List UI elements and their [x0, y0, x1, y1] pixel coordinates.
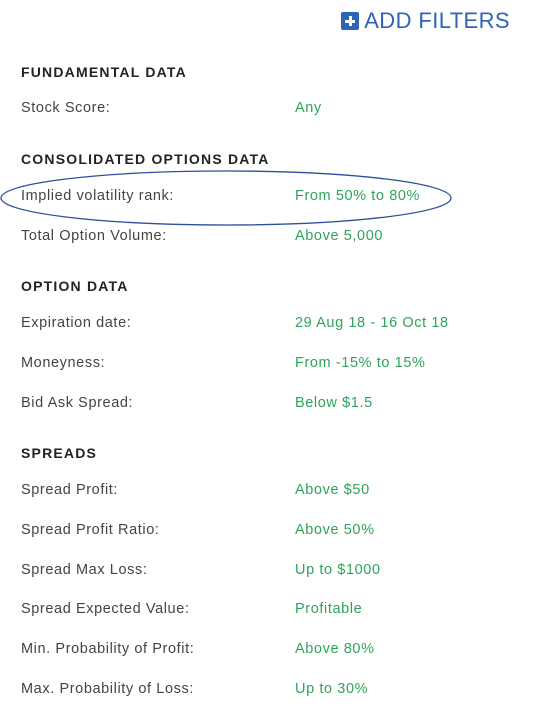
filter-row-min-probability-of-profit[interactable]: Min. Probability of Profit: Above 80% — [0, 641, 548, 661]
section-title-option-data: OPTION DATA — [21, 278, 129, 294]
filter-label: Expiration date: — [21, 315, 132, 331]
filter-row-expiration-date[interactable]: Expiration date: 29 Aug 18 - 16 Oct 18 — [0, 315, 548, 335]
add-filters-button[interactable]: ADD FILTERS — [341, 8, 510, 34]
add-filters-label: ADD FILTERS — [364, 8, 510, 33]
filter-value[interactable]: From 50% to 80% — [295, 188, 420, 204]
filter-label: Spread Max Loss: — [21, 562, 148, 578]
filter-row-implied-volatility-rank[interactable]: Implied volatility rank: From 50% to 80% — [0, 188, 548, 208]
filter-value[interactable]: Up to $1000 — [295, 562, 381, 578]
filter-label: Stock Score: — [21, 100, 111, 116]
filter-value[interactable]: Below $1.5 — [295, 395, 373, 411]
filter-label: Bid Ask Spread: — [21, 395, 134, 411]
filter-row-total-option-volume[interactable]: Total Option Volume: Above 5,000 — [0, 228, 548, 248]
section-title-consolidated-options-data: CONSOLIDATED OPTIONS DATA — [21, 151, 270, 167]
section-title-spreads: SPREADS — [21, 445, 98, 461]
filter-value[interactable]: Above 80% — [295, 641, 375, 657]
filter-label: Spread Profit Ratio: — [21, 522, 160, 538]
filter-label: Max. Probability of Loss: — [21, 681, 194, 697]
filter-row-spread-max-loss[interactable]: Spread Max Loss: Up to $1000 — [0, 562, 548, 582]
section-title-fundamental-data: FUNDAMENTAL DATA — [21, 64, 187, 80]
filter-value[interactable]: Profitable — [295, 601, 362, 617]
filter-value[interactable]: From -15% to 15% — [295, 355, 425, 371]
filter-row-spread-profit-ratio[interactable]: Spread Profit Ratio: Above 50% — [0, 522, 548, 542]
filter-label: Spread Expected Value: — [21, 601, 190, 617]
filter-label: Moneyness: — [21, 355, 106, 371]
filter-label: Implied volatility rank: — [21, 188, 175, 204]
filter-value[interactable]: Above $50 — [295, 482, 370, 498]
filter-value[interactable]: Any — [295, 100, 322, 116]
filter-row-max-probability-of-loss[interactable]: Max. Probability of Loss: Up to 30% — [0, 681, 548, 701]
filter-value[interactable]: 29 Aug 18 - 16 Oct 18 — [295, 315, 449, 331]
filter-label: Spread Profit: — [21, 482, 119, 498]
filter-label: Total Option Volume: — [21, 228, 167, 244]
filter-row-spread-expected-value[interactable]: Spread Expected Value: Profitable — [0, 601, 548, 621]
filter-label: Min. Probability of Profit: — [21, 641, 195, 657]
filter-value[interactable]: Above 5,000 — [295, 228, 383, 244]
plus-square-icon — [341, 12, 360, 30]
filter-row-moneyness[interactable]: Moneyness: From -15% to 15% — [0, 355, 548, 375]
filter-value[interactable]: Up to 30% — [295, 681, 368, 697]
filter-row-bid-ask-spread[interactable]: Bid Ask Spread: Below $1.5 — [0, 395, 548, 415]
filter-row-stock-score[interactable]: Stock Score: Any — [0, 100, 548, 120]
filter-value[interactable]: Above 50% — [295, 522, 375, 538]
filter-row-spread-profit[interactable]: Spread Profit: Above $50 — [0, 482, 548, 502]
